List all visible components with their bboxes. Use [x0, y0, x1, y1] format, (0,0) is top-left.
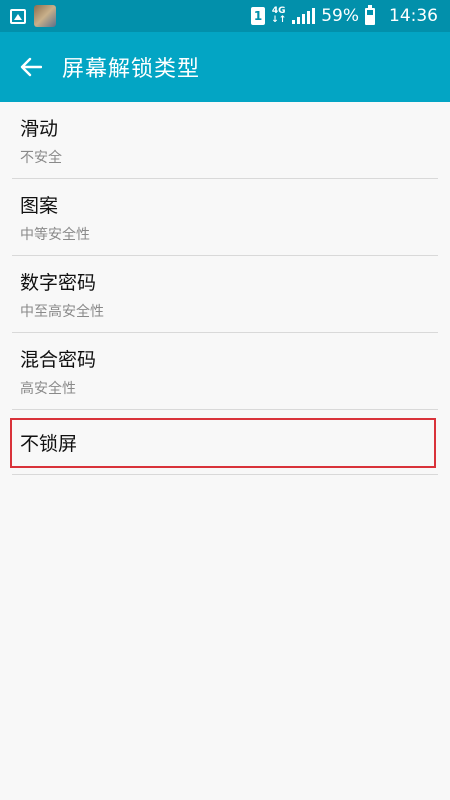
- battery-fill: [367, 14, 373, 23]
- battery-icon: [365, 4, 375, 25]
- option-title: 图案: [20, 194, 59, 217]
- option-title: 数字密码: [20, 271, 97, 294]
- clock: 14:36: [389, 6, 438, 26]
- status-right: 1 4G ↓↑ 59% 14:36: [251, 4, 438, 26]
- arrow-left-icon[interactable]: [16, 52, 46, 82]
- option-title: 滑动: [20, 117, 59, 140]
- page-title: 屏幕解锁类型: [62, 57, 201, 82]
- app-bar: 屏幕解锁类型: [0, 32, 450, 102]
- option-title: 不锁屏: [20, 432, 78, 455]
- option-subtitle: 不安全: [20, 149, 62, 166]
- app-notification-icon: [34, 5, 56, 27]
- unlock-type-list: 滑动 不安全 图案 中等安全性 数字密码 中至高安全性 混合密码 高安全性 不锁…: [0, 102, 450, 474]
- status-bar: 1 4G ↓↑ 59% 14:36: [0, 0, 450, 32]
- list-divider: [12, 474, 438, 475]
- option-none[interactable]: 不锁屏: [12, 410, 438, 474]
- option-pin[interactable]: 数字密码 中至高安全性: [12, 256, 438, 333]
- network-activity-label: ↓↑: [271, 15, 287, 25]
- option-subtitle: 中等安全性: [20, 226, 90, 243]
- status-left: [10, 5, 56, 27]
- option-pattern[interactable]: 图案 中等安全性: [12, 179, 438, 256]
- option-password[interactable]: 混合密码 高安全性: [12, 333, 438, 410]
- gallery-notification-icon: [10, 8, 26, 24]
- sim-slot-icon: 1: [251, 7, 266, 25]
- signal-strength-icon: [292, 8, 316, 24]
- option-swipe[interactable]: 滑动 不安全: [12, 102, 438, 179]
- battery-percent: 59%: [321, 6, 359, 26]
- option-subtitle: 中至高安全性: [20, 303, 104, 320]
- network-type-icon: 4G ↓↑: [271, 7, 286, 25]
- option-subtitle: 高安全性: [20, 380, 76, 397]
- option-title: 混合密码: [20, 348, 97, 371]
